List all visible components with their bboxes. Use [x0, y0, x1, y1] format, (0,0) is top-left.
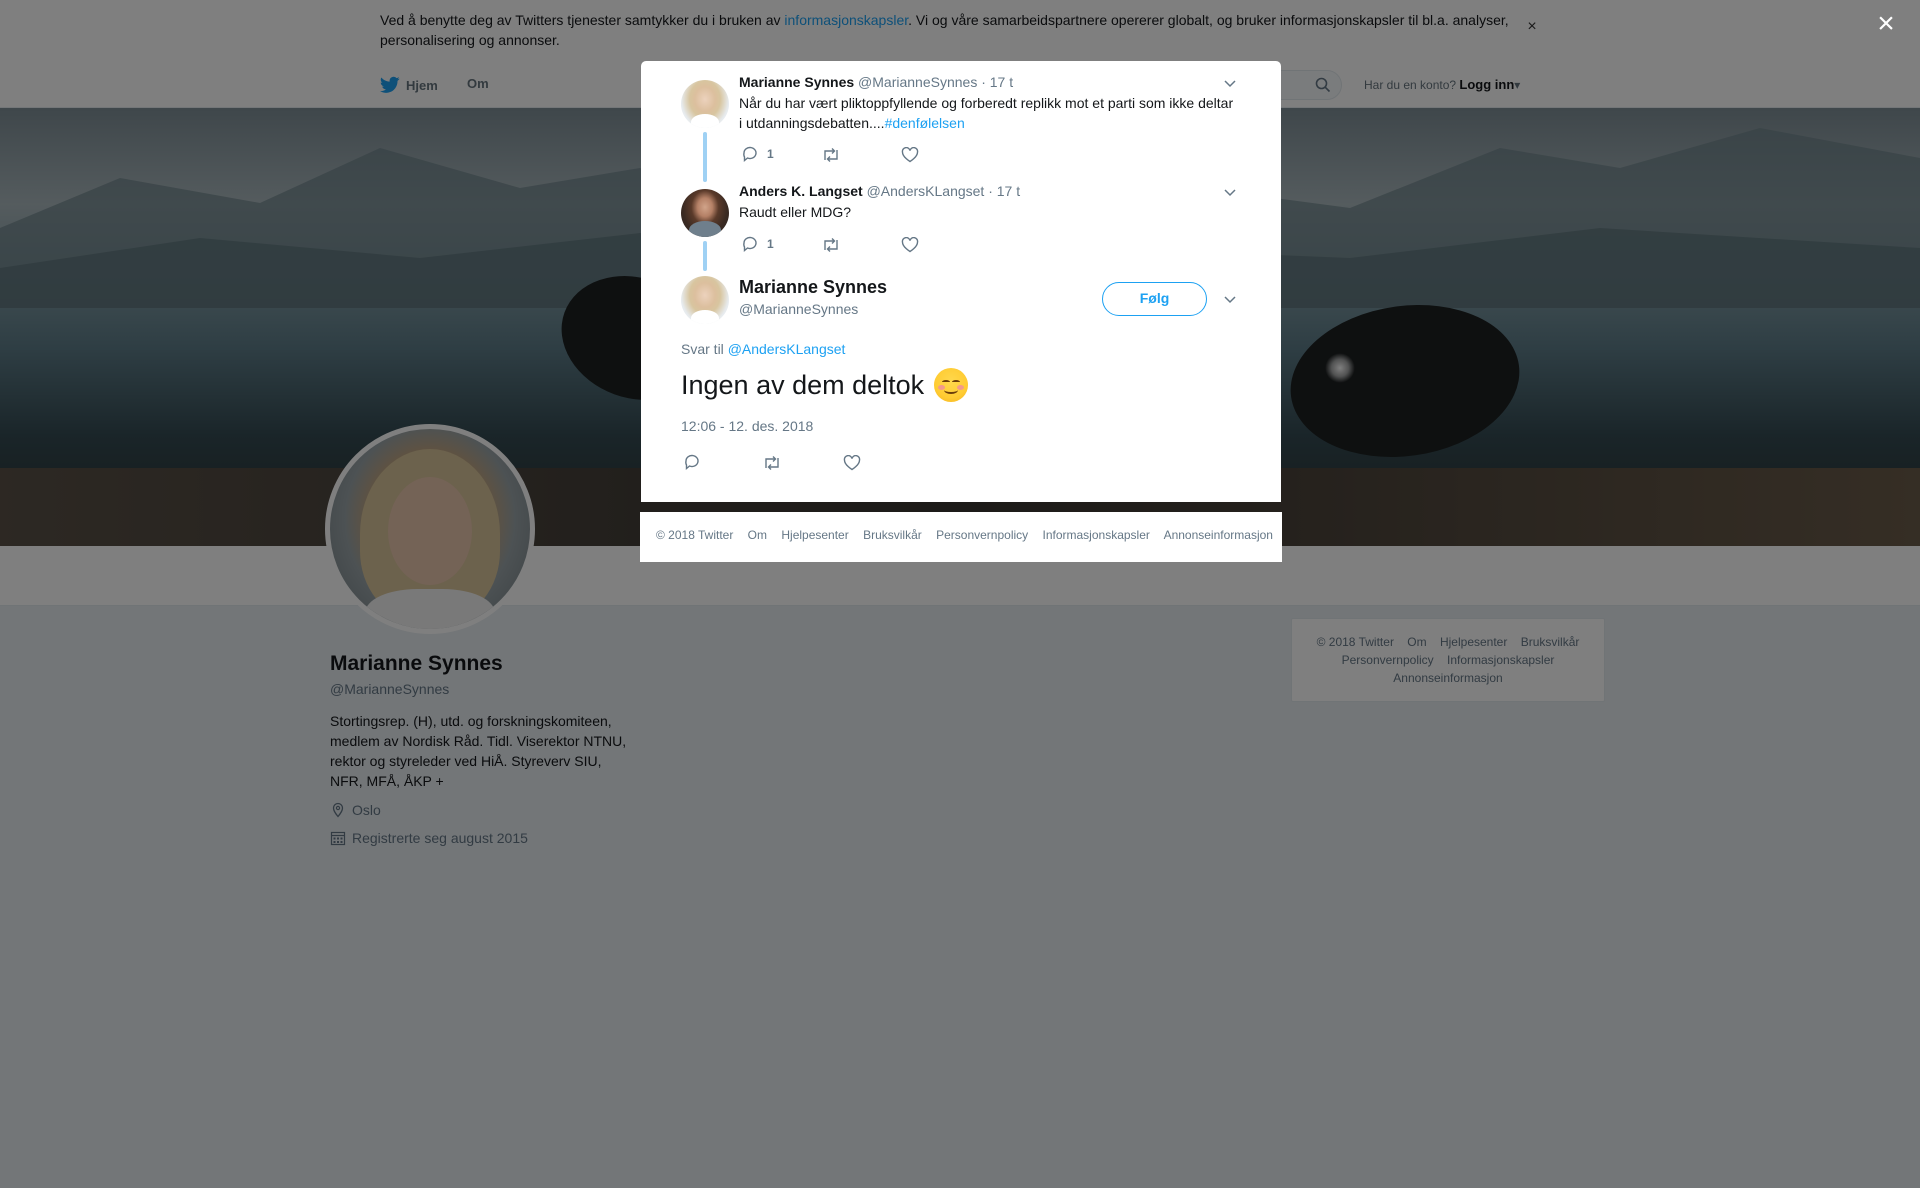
reply-icon: [743, 146, 757, 162]
footer-link[interactable]: Personvernpolicy: [936, 528, 1028, 542]
retweet-icon: [765, 456, 779, 470]
tweet-text: Når du har vært pliktoppfyllende og forb…: [739, 95, 1234, 131]
tweet-author-name[interactable]: Marianne Synnes: [739, 74, 854, 90]
hashtag-link[interactable]: #denfølelsen: [885, 115, 965, 131]
footer-link: © 2018 Twitter: [656, 528, 734, 542]
heart-icon: [901, 147, 919, 163]
footer-link[interactable]: Bruksvilkår: [863, 528, 922, 542]
close-icon[interactable]: ×: [1873, 9, 1899, 39]
like-button[interactable]: [901, 147, 919, 163]
main-tweet-timestamp[interactable]: 12:06 - 12. des. 2018: [681, 418, 813, 434]
modal-footer: © 2018 Twitter Om Hjelpesenter Bruksvilk…: [640, 512, 1282, 562]
retweet-icon: [824, 148, 838, 162]
reply-count: 1: [767, 237, 774, 251]
chevron-down-icon[interactable]: [1223, 185, 1237, 199]
reply-context: Svar til @AndersKLangset: [681, 341, 846, 357]
retweet-button[interactable]: [821, 237, 841, 253]
avatar[interactable]: [681, 276, 729, 324]
retweet-button[interactable]: [821, 147, 841, 163]
tweet-time[interactable]: · 17 t: [981, 74, 1013, 90]
footer-link[interactable]: Om: [748, 528, 767, 542]
footer-link[interactable]: Informasjonskapsler: [1043, 528, 1150, 542]
thread-line: [703, 132, 707, 182]
tweet-time[interactable]: · 17 t: [988, 183, 1020, 199]
tweet-author-handle[interactable]: @AndersKLangset: [867, 183, 985, 199]
retweet-icon: [824, 238, 838, 252]
chevron-down-icon[interactable]: [1223, 292, 1237, 306]
avatar[interactable]: [681, 80, 729, 128]
tweet-header: Marianne Synnes @MarianneSynnes · 17 t: [739, 74, 1013, 90]
main-tweet-text: Ingen av dem deltok: [681, 367, 969, 403]
main-tweet-author-name[interactable]: Marianne Synnes: [739, 277, 887, 298]
tweet-author-handle[interactable]: @MarianneSynnes: [858, 74, 977, 90]
smiling-face-emoji-icon: [934, 368, 969, 402]
reply-icon: [743, 236, 757, 252]
avatar[interactable]: [681, 189, 729, 237]
footer-link[interactable]: Annonseinformasjon: [1164, 528, 1273, 542]
retweet-button[interactable]: [762, 455, 782, 471]
tweet-author-name[interactable]: Anders K. Langset: [739, 183, 863, 199]
reply-icon: [685, 454, 699, 470]
chevron-down-icon[interactable]: [1223, 76, 1237, 90]
tweet-header: Anders K. Langset @AndersKLangset · 17 t: [739, 183, 1020, 199]
tweet-text: Raudt eller MDG?: [739, 204, 852, 220]
follow-button[interactable]: Følg: [1102, 282, 1207, 316]
reply-button[interactable]: 1: [741, 235, 774, 253]
like-button[interactable]: [901, 237, 919, 253]
heart-icon: [901, 237, 919, 253]
reply-button[interactable]: [683, 453, 701, 471]
like-button[interactable]: [843, 455, 861, 471]
footer-link[interactable]: Hjelpesenter: [781, 528, 848, 542]
reply-count: 1: [767, 147, 774, 161]
main-tweet-author-handle[interactable]: @MarianneSynnes: [739, 301, 858, 317]
reply-button[interactable]: 1: [741, 145, 774, 163]
reply-to-link[interactable]: @AndersKLangset: [728, 341, 846, 357]
thread-line: [703, 241, 707, 271]
tweet-permalink-modal: Marianne Synnes @MarianneSynnes · 17 t N…: [641, 61, 1281, 502]
heart-icon: [843, 455, 861, 471]
